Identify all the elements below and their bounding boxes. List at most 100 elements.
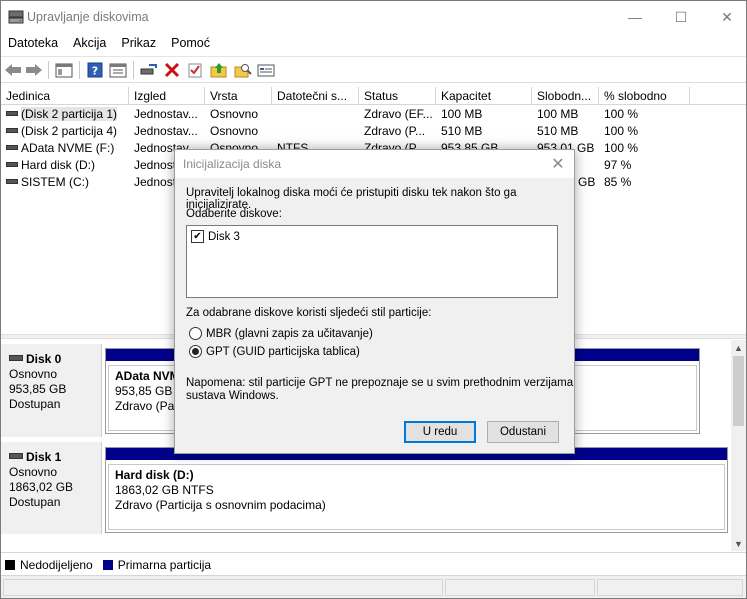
legend-label: Nedodijeljeno — [20, 558, 93, 572]
partition-box[interactable]: Hard disk (D:) 1863,02 GB NTFS Zdravo (P… — [105, 447, 728, 533]
volume-percent-free: 100 % — [604, 124, 639, 138]
volume-free-space: 100 MB — [537, 107, 579, 121]
disk-info[interactable]: Disk 0 Osnovno 953,85 GB Dostupan — [1, 344, 102, 437]
volume-percent-free: 100 % — [604, 141, 639, 155]
volume-icon — [6, 111, 18, 116]
scrollbar-thumb[interactable] — [733, 356, 744, 426]
volume-percent-free: 97 % — [604, 158, 632, 172]
select-disks-label: Odaberite diskove: — [186, 208, 282, 220]
menu-item-file[interactable]: Datoteka — [1, 33, 66, 55]
back-arrow-icon[interactable] — [2, 60, 24, 80]
volume-icon — [6, 145, 18, 150]
forward-arrow-icon[interactable] — [23, 60, 45, 80]
dialog-title-bar[interactable]: Inicijalizacija diska ✕ — [175, 150, 574, 178]
volume-percent-free: 100 % — [604, 107, 639, 121]
disk-icon — [9, 453, 23, 459]
disk-row: Disk 1 Osnovno 1863,02 GB Dostupan Hard … — [1, 442, 731, 534]
volume-name: SISTEM (C:) — [21, 175, 89, 189]
partition-name: Hard disk (D:) — [115, 468, 194, 482]
partition-status: Zdravo (Particija s osnovnim podacima) — [115, 498, 326, 512]
mbr-radio[interactable] — [189, 327, 202, 340]
gpt-radio[interactable] — [189, 345, 202, 358]
close-icon: ✕ — [721, 8, 733, 25]
volume-capacity: 100 MB — [441, 107, 483, 121]
close-button[interactable]: ✕ — [704, 1, 747, 33]
search-folder-icon[interactable] — [232, 60, 254, 80]
disk-icon — [9, 355, 23, 361]
column-header-type[interactable]: Vrsta — [205, 87, 272, 105]
gpt-option-label: GPT (GUID particijska tablica) — [206, 345, 360, 358]
disk-list-item-label: Disk 3 — [208, 230, 240, 243]
disk-checkbox[interactable]: ✔ — [191, 230, 204, 243]
volume-icon — [6, 162, 18, 167]
close-icon: ✕ — [551, 156, 565, 173]
toolbar-separator — [133, 61, 134, 79]
show-hide-pane-icon[interactable] — [53, 60, 75, 80]
column-header-filesystem[interactable]: Datotečni s... — [272, 87, 359, 105]
column-header-capacity[interactable]: Kapacitet — [436, 87, 532, 105]
connect-icon[interactable] — [138, 60, 160, 80]
mbr-option-label: MBR (glavni zapis za učitavanje) — [206, 327, 373, 340]
volume-layout: Jednostav... — [134, 107, 198, 121]
help-icon[interactable]: ? — [84, 60, 106, 80]
menu-item-action[interactable]: Akcija — [66, 33, 114, 55]
toolbar: ? — [1, 56, 746, 83]
disk-title: Disk 1 — [26, 450, 62, 464]
menu-bar: Datoteka Akcija Prikaz Pomoć — [1, 33, 746, 55]
delete-icon[interactable] — [161, 60, 183, 80]
column-header-free-space[interactable]: Slobodn... — [532, 87, 599, 105]
unallocated-swatch — [5, 560, 15, 570]
volume-filesystem — [272, 107, 359, 123]
svg-text:?: ? — [92, 65, 98, 78]
menu-item-help[interactable]: Pomoć — [164, 33, 218, 55]
disk-size: 1863,02 GB — [9, 480, 74, 494]
vertical-scrollbar[interactable]: ▲ ▼ — [731, 340, 746, 551]
title-bar[interactable]: Upravljanje diskovima — ☐ ✕ — [1, 1, 746, 33]
disk-title: Disk 0 — [26, 352, 62, 366]
disk-selection-list[interactable]: ✔ Disk 3 — [186, 225, 558, 298]
scroll-down-icon[interactable]: ▼ — [731, 536, 746, 551]
properties-icon[interactable] — [107, 60, 129, 80]
column-header-percent-free[interactable]: % slobodno — [599, 87, 690, 105]
window-title: Upravljanje diskovima — [27, 10, 149, 24]
volume-name: (Disk 2 particija 1) — [21, 107, 118, 121]
maximize-button[interactable]: ☐ — [658, 1, 704, 33]
volume-row[interactable]: (Disk 2 particija 4) Jednostav... Osnovn… — [1, 123, 746, 140]
volume-icon — [6, 128, 18, 133]
volume-layout: Jednostav... — [134, 124, 198, 138]
minimize-button[interactable]: — — [612, 1, 658, 33]
volume-name: AData NVME (F:) — [21, 141, 115, 155]
ok-button[interactable]: U redu — [404, 421, 476, 443]
column-header-status[interactable]: Status — [359, 87, 436, 105]
menu-item-view[interactable]: Prikaz — [114, 33, 164, 55]
legend: Nedodijeljeno Primarna particija — [1, 552, 746, 574]
disk-state: Dostupan — [9, 397, 61, 411]
volume-filesystem — [272, 124, 359, 140]
volume-status: Zdravo (EF... — [364, 107, 433, 121]
cancel-button[interactable]: Odustani — [487, 421, 559, 443]
disk-type: Osnovno — [9, 465, 58, 479]
mbr-option[interactable]: MBR (glavni zapis za učitavanje) — [189, 327, 373, 340]
column-header-volume[interactable]: Jedinica — [1, 87, 129, 105]
volume-icon — [6, 179, 18, 184]
status-segment — [597, 579, 743, 596]
disk-size: 953,85 GB — [9, 382, 67, 396]
disk-state: Dostupan — [9, 495, 61, 509]
dialog-note-line-2: sustava Windows. — [186, 390, 279, 402]
volume-name: Hard disk (D:) — [21, 158, 96, 172]
console-icon[interactable] — [255, 60, 277, 80]
column-header-layout[interactable]: Izgled — [129, 87, 205, 105]
partition-detail: 1863,02 GB NTFS — [115, 483, 214, 497]
gpt-option[interactable]: GPT (GUID particijska tablica) — [189, 345, 360, 358]
folder-up-icon[interactable] — [208, 60, 230, 80]
dialog-close-button[interactable]: ✕ — [545, 153, 571, 175]
volume-free-space: GB — [578, 175, 596, 189]
partition-style-label: Za odabrane diskove koristi sljedeći sti… — [186, 307, 432, 319]
disk-list-item[interactable]: ✔ Disk 3 — [191, 230, 240, 243]
disk-info[interactable]: Disk 1 Osnovno 1863,02 GB Dostupan — [1, 442, 102, 534]
check-icon[interactable] — [184, 60, 206, 80]
disk-management-app-icon — [8, 10, 24, 24]
toolbar-separator — [79, 61, 80, 79]
scroll-up-icon[interactable]: ▲ — [731, 340, 746, 355]
volume-row[interactable]: (Disk 2 particija 1) Jednostav... Osnovn… — [1, 106, 746, 123]
